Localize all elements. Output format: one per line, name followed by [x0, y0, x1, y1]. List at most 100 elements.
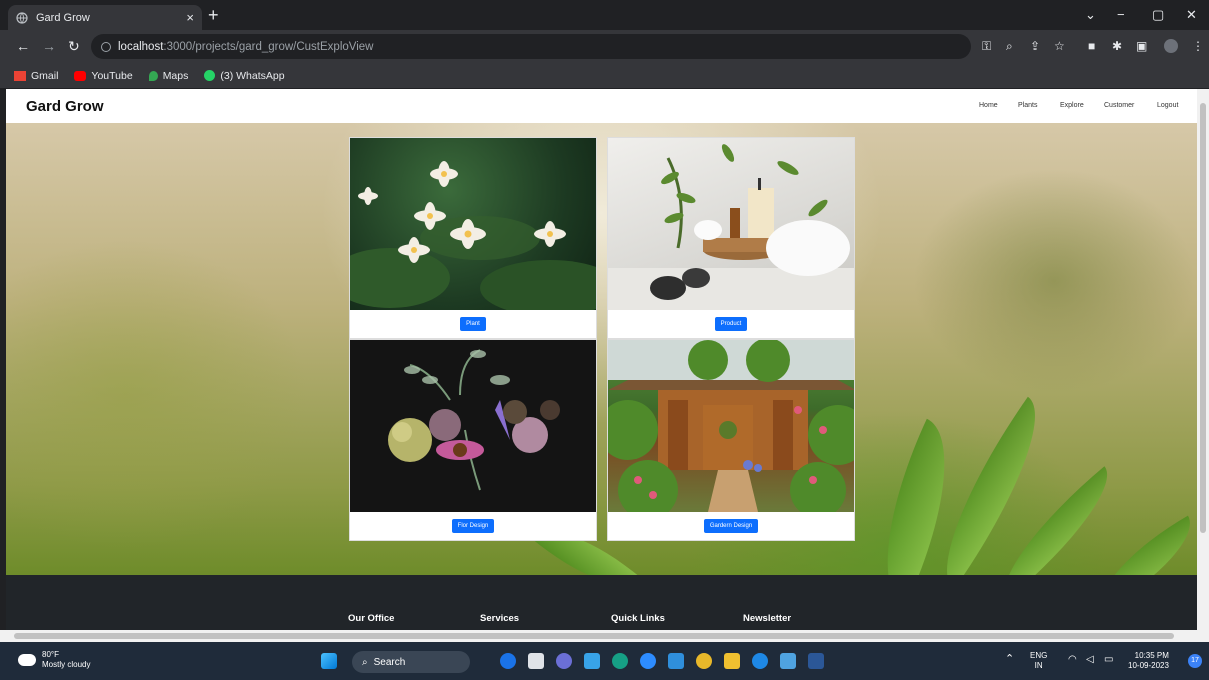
card-button-row: Gardern Design: [608, 512, 854, 540]
notepad-icon[interactable]: [780, 653, 796, 669]
key-icon[interactable]: ⚿: [982, 39, 991, 53]
browser-tab-strip: Gard Grow × + ⌄ − ▢ ✕: [0, 0, 1209, 30]
clock-date: 10-09-2023: [1128, 661, 1169, 670]
windows-taskbar: 80°F Mostly cloudy ⌕ Search ⌃ ENG IN ◠ ◁…: [0, 642, 1209, 680]
clock[interactable]: 10:35 PM 10-09-2023: [1128, 651, 1169, 671]
tab-search-icon[interactable]: ⌄: [1085, 7, 1096, 23]
gardern-design-button[interactable]: Gardern Design: [703, 519, 759, 533]
weather-widget[interactable]: 80°F Mostly cloudy: [18, 649, 91, 670]
lotus-image: [350, 138, 596, 310]
close-window-button[interactable]: ✕: [1186, 7, 1197, 23]
search-label: Search: [373, 656, 406, 668]
nav-link-explore[interactable]: Explore: [1060, 102, 1084, 109]
language-indicator[interactable]: ENG IN: [1030, 651, 1047, 671]
bookmarks-bar: Gmail YouTube Maps (3) WhatsApp: [0, 63, 1209, 88]
extension-icon[interactable]: ■: [1088, 39, 1095, 53]
lang-bottom: IN: [1034, 661, 1043, 670]
nav-link-customer[interactable]: Customer: [1104, 102, 1134, 109]
zoom-icon[interactable]: [640, 653, 656, 669]
card-plant: Plant: [349, 137, 597, 339]
bookmark-label: Maps: [162, 69, 189, 82]
horizontal-scrollbar[interactable]: [0, 630, 1209, 642]
url-host: localhost: [118, 40, 164, 53]
bookmark-whatsapp[interactable]: (3) WhatsApp: [204, 70, 285, 82]
cloudy-weather-icon: [18, 649, 36, 666]
tab-title: Gard Grow: [36, 11, 90, 24]
site-info-icon[interactable]: [101, 41, 111, 52]
address-bar[interactable]: localhost :3000/projects/gard_grow/CustE…: [91, 34, 971, 59]
search-icon: ⌕: [362, 656, 368, 668]
reload-icon[interactable]: ↻: [68, 39, 80, 53]
taskbar-search[interactable]: ⌕ Search: [352, 651, 470, 673]
bing-icon[interactable]: [500, 653, 516, 669]
youtube-icon: [74, 70, 87, 81]
site-navbar: Gard Grow Home Plants Explore Customer L…: [6, 89, 1197, 123]
gmail-icon: [14, 70, 26, 81]
nav-link-plants[interactable]: Plants: [1018, 102, 1037, 109]
puzzle-icon[interactable]: ✱: [1112, 39, 1122, 53]
skype-icon[interactable]: [752, 653, 768, 669]
word-icon[interactable]: [808, 653, 824, 669]
forward-arrow-icon[interactable]: →: [42, 39, 56, 53]
card-flor-design: Flor Design: [349, 339, 597, 541]
whatsapp-icon: [204, 70, 216, 81]
notification-badge[interactable]: 17: [1188, 654, 1202, 668]
microsoft-store-icon[interactable]: [584, 653, 600, 669]
bookmark-label: YouTube: [91, 69, 133, 82]
volume-icon[interactable]: ◁: [1086, 655, 1094, 665]
menu-dots-icon[interactable]: ⋮: [1192, 39, 1204, 53]
url-path: :3000/projects/gard_grow/CustExploView: [163, 40, 374, 53]
product-button[interactable]: Product: [714, 317, 748, 331]
hero-background: Plant Product Flor Design Gardern Design: [6, 123, 1197, 611]
site-brand[interactable]: Gard Grow: [26, 98, 104, 115]
bookmark-youtube[interactable]: YouTube: [74, 69, 133, 82]
nav-link-logout[interactable]: Logout: [1157, 102, 1178, 109]
task-view-icon[interactable]: [528, 653, 544, 669]
windows-start-icon[interactable]: [321, 653, 337, 669]
card-button-row: Plant: [350, 310, 596, 338]
vertical-scrollbar[interactable]: [1197, 89, 1209, 630]
profile-avatar[interactable]: [1164, 39, 1178, 53]
footer-heading-services: Services: [480, 613, 520, 624]
globe-icon: [16, 11, 28, 24]
bookmark-label: Gmail: [31, 69, 59, 82]
battery-icon[interactable]: ▭: [1104, 655, 1113, 665]
footer-heading-office: Our Office: [348, 613, 395, 624]
restore-button[interactable]: ▢: [1152, 7, 1164, 23]
tray-chevron-icon[interactable]: ⌃: [1005, 654, 1014, 665]
sidepanel-icon[interactable]: ▣: [1136, 39, 1147, 53]
lang-top: ENG: [1030, 651, 1048, 660]
browser-tab[interactable]: Gard Grow ×: [8, 5, 202, 30]
bookmark-gmail[interactable]: Gmail: [14, 70, 58, 82]
bookmark-star-icon[interactable]: ☆: [1054, 39, 1065, 53]
weather-description: Mostly cloudy: [42, 660, 91, 669]
tab-close-icon[interactable]: ×: [186, 10, 194, 25]
page-viewport: Gard Grow Home Plants Explore Customer L…: [6, 89, 1197, 630]
chrome-icon[interactable]: [696, 653, 712, 669]
scroll-thumb[interactable]: [14, 633, 1174, 639]
wifi-icon[interactable]: ◠: [1068, 655, 1077, 665]
back-arrow-icon[interactable]: ←: [16, 39, 30, 53]
clock-time: 10:35 PM: [1134, 651, 1169, 660]
scroll-thumb[interactable]: [1200, 103, 1206, 533]
maps-pin-icon: [148, 70, 158, 81]
card-button-row: Flor Design: [350, 512, 596, 540]
minimize-button[interactable]: −: [1117, 7, 1125, 22]
share-icon[interactable]: ⇪: [1030, 39, 1040, 53]
weather-temp: 80°F: [42, 650, 59, 659]
teams-chat-icon[interactable]: [556, 653, 572, 669]
flor-design-button[interactable]: Flor Design: [451, 519, 495, 533]
nav-link-home[interactable]: Home: [979, 102, 998, 109]
new-tab-button[interactable]: +: [208, 6, 219, 24]
edge-icon[interactable]: [612, 653, 628, 669]
vscode-icon[interactable]: [668, 653, 684, 669]
bookmark-maps[interactable]: Maps: [148, 69, 189, 82]
garden-house-image: [608, 340, 854, 512]
file-explorer-icon[interactable]: [724, 653, 740, 669]
footer-heading-quick-links: Quick Links: [611, 613, 665, 624]
card-product: Product: [607, 137, 855, 339]
zoom-icon[interactable]: ⌕: [1006, 39, 1013, 53]
plant-button[interactable]: Plant: [460, 317, 486, 331]
browser-toolbar: ← → ↻ localhost :3000/projects/gard_grow…: [0, 30, 1209, 63]
card-gardern-design: Gardern Design: [607, 339, 855, 541]
